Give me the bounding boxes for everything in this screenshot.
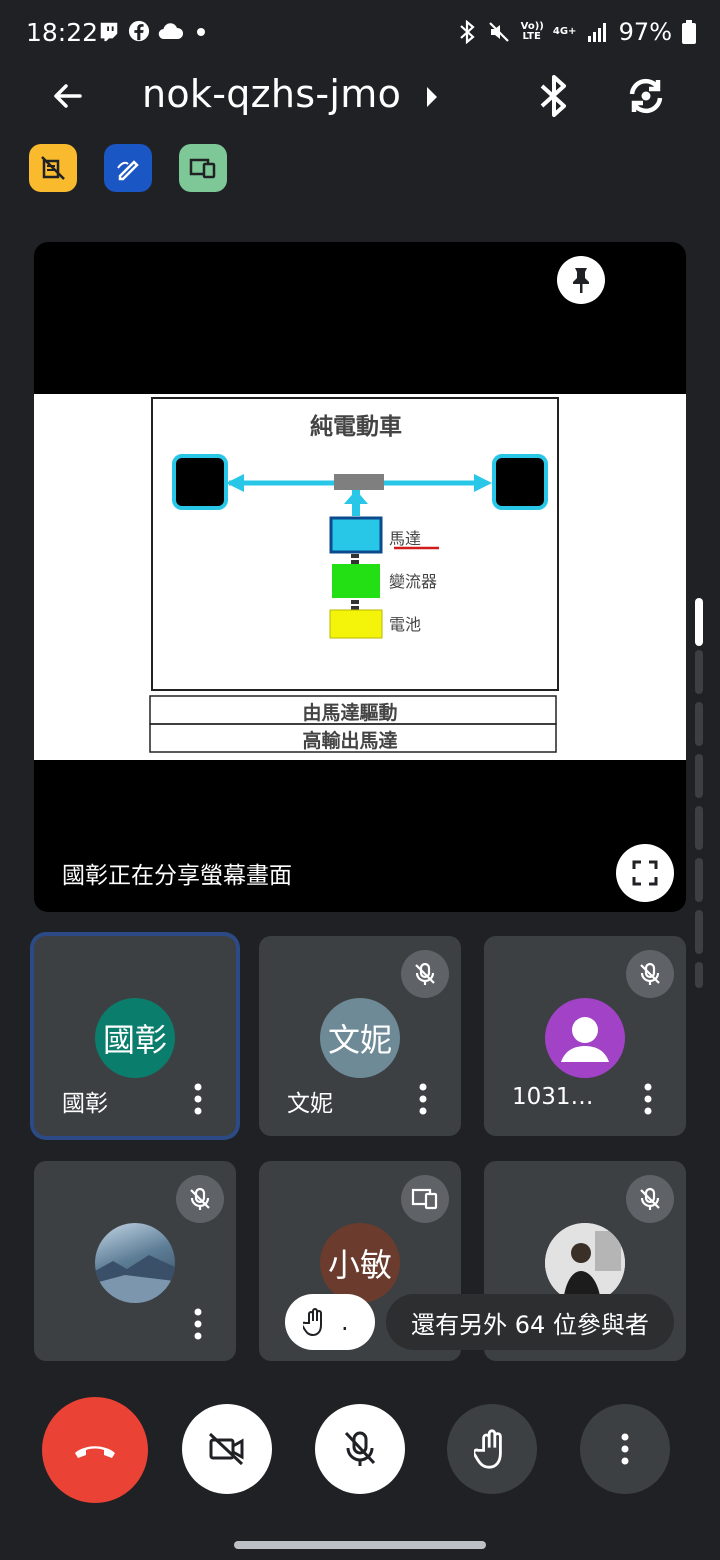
more-vert-icon xyxy=(621,1433,629,1465)
mic-off-badge xyxy=(401,950,449,998)
status-bar: 18:22 Vo)) LTE 4G+ 97% xyxy=(0,0,720,68)
avatar: 國彰 xyxy=(95,998,175,1078)
pin-button[interactable] xyxy=(557,256,605,304)
scrollbar-thumb[interactable] xyxy=(695,598,703,646)
landscape-photo xyxy=(95,1255,175,1303)
hand-icon xyxy=(474,1429,502,1469)
network-type: 4G+ xyxy=(552,26,577,37)
fullscreen-button[interactable] xyxy=(616,844,674,902)
mic-toggle-button[interactable] xyxy=(315,1404,405,1494)
volte-indicator: Vo)) LTE xyxy=(520,21,544,42)
mute-icon xyxy=(488,22,509,42)
slide-footer-1: 由馬達驅動 xyxy=(302,701,397,724)
slide-label-battery: 電池 xyxy=(389,615,421,634)
participant-tile[interactable]: 文妮 文妮 xyxy=(259,936,461,1136)
more-vert-icon[interactable] xyxy=(642,1082,654,1116)
back-arrow-icon[interactable] xyxy=(46,74,90,118)
mic-off-badge xyxy=(176,1175,224,1223)
share-caption: 國彰正在分享螢幕畫面 xyxy=(62,863,292,889)
raise-hand-button[interactable] xyxy=(447,1404,537,1494)
signal-icon xyxy=(587,23,606,42)
mic-off-badge xyxy=(626,950,674,998)
participant-name: 1031… xyxy=(512,1084,594,1110)
slide-label-inverter: 變流器 xyxy=(389,572,437,591)
participant-tile[interactable] xyxy=(34,1161,236,1361)
raised-hands-chip[interactable]: . xyxy=(285,1294,375,1350)
camera-toggle-button[interactable] xyxy=(182,1404,272,1494)
bluetooth-audio-icon[interactable] xyxy=(534,72,574,120)
battery-percent: 97% xyxy=(618,18,672,46)
battery-icon xyxy=(682,20,696,44)
mic-off-icon xyxy=(190,1187,210,1210)
participant-tile[interactable]: 國彰 國彰 xyxy=(34,936,236,1136)
home-indicator[interactable] xyxy=(234,1541,486,1549)
participant-name: 國彰 xyxy=(62,1091,108,1117)
screen-share-pane[interactable]: 純電動車 馬達 變流器 電池 由馬達驅動 高輸出馬達 國彰正在分享螢幕畫面 xyxy=(34,242,686,912)
avatar: 小敏 xyxy=(320,1223,400,1303)
companion-device-badge xyxy=(401,1175,449,1223)
devices-icon xyxy=(189,158,216,179)
mic-off-icon xyxy=(640,962,660,985)
switch-camera-icon[interactable] xyxy=(622,72,670,120)
person-photo xyxy=(545,1223,625,1303)
dot-icon xyxy=(197,28,205,36)
scrollbar-track xyxy=(695,962,703,988)
call-end-icon xyxy=(75,1446,115,1458)
mic-off-icon xyxy=(415,962,435,985)
participant-tile[interactable]: 1031… xyxy=(484,936,686,1136)
more-vert-icon[interactable] xyxy=(417,1082,429,1116)
more-vert-icon[interactable] xyxy=(192,1307,204,1341)
participant-name: 文妮 xyxy=(287,1091,333,1117)
shared-slide: 純電動車 馬達 變流器 電池 由馬達驅動 高輸出馬達 xyxy=(34,394,686,760)
hand-icon xyxy=(303,1308,322,1337)
fullscreen-icon xyxy=(632,860,658,886)
scrollbar-track xyxy=(695,702,703,746)
pin-icon xyxy=(573,268,589,293)
other-participants-chip[interactable]: 還有另外 64 位參與者 xyxy=(386,1294,674,1350)
whiteboard-icon xyxy=(117,160,139,181)
whiteboard-chip[interactable] xyxy=(104,144,152,192)
scrollbar-track xyxy=(695,910,703,954)
scrollbar-track xyxy=(695,650,703,694)
more-options-button[interactable] xyxy=(580,1404,670,1494)
scrollbar-track xyxy=(695,858,703,902)
mic-off-icon xyxy=(344,1431,376,1466)
no-recording-icon xyxy=(41,156,65,180)
twitch-icon xyxy=(100,22,118,42)
end-call-button[interactable] xyxy=(42,1397,148,1503)
avatar-photo xyxy=(95,1223,175,1303)
notification-icons xyxy=(98,20,210,42)
meeting-code-title[interactable]: nok-qzhs-jmo xyxy=(142,72,401,116)
chevron-right-icon[interactable] xyxy=(422,84,440,110)
slide-label-motor: 馬達 xyxy=(389,529,421,548)
slide-title: 純電動車 xyxy=(310,413,402,440)
mic-off-icon xyxy=(640,1187,660,1210)
facebook-icon xyxy=(128,20,150,42)
avatar-photo xyxy=(545,1223,625,1303)
no-recording-chip[interactable] xyxy=(29,144,77,192)
slide-footer-2: 高輸出馬達 xyxy=(302,729,397,752)
scrollbar-track xyxy=(695,754,703,798)
video-off-icon xyxy=(208,1432,244,1466)
avatar: 文妮 xyxy=(320,998,400,1078)
system-icons: Vo)) LTE 4G+ 97% xyxy=(457,18,696,46)
clock: 18:22 xyxy=(26,18,99,47)
scrollbar-track xyxy=(695,806,703,850)
person-icon xyxy=(561,1017,609,1062)
raised-hands-count: . xyxy=(341,1308,349,1336)
cloud-icon xyxy=(158,23,184,40)
mic-off-badge xyxy=(626,1175,674,1223)
more-vert-icon[interactable] xyxy=(192,1082,204,1116)
avatar xyxy=(545,998,625,1078)
companion-devices-chip[interactable] xyxy=(179,144,227,192)
slide-diagram: 純電動車 馬達 變流器 電池 由馬達驅動 高輸出馬達 xyxy=(149,397,559,753)
devices-icon xyxy=(411,1188,438,1210)
bluetooth-icon xyxy=(459,20,475,44)
